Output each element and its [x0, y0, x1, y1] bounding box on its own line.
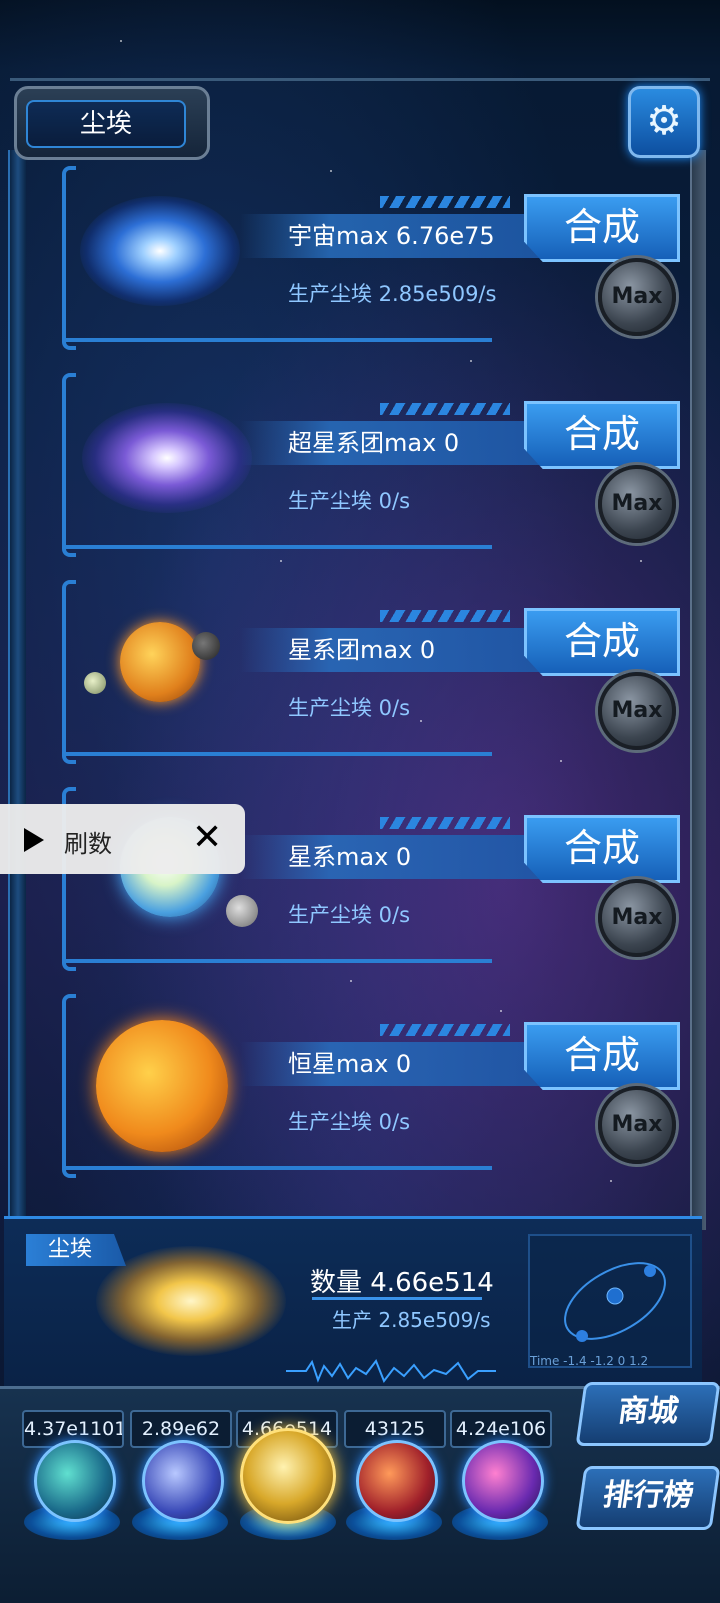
floating-overlay[interactable]: 刷数 ✕: [0, 804, 245, 874]
gear-icon: ⚙: [646, 98, 682, 144]
dust-underline: [312, 1297, 482, 1300]
overlay-label[interactable]: 刷数: [64, 824, 112, 859]
item-production: 生产尘埃 0/s: [288, 489, 411, 513]
synthesize-button[interactable]: 合成: [524, 608, 680, 676]
galaxy-icon: [82, 403, 252, 513]
page-title: 尘埃: [26, 100, 186, 148]
row-bracket: [62, 373, 76, 557]
waveform-graphic: [286, 1358, 496, 1384]
max-button[interactable]: Max: [598, 672, 676, 750]
row-baseline: [62, 545, 492, 549]
close-icon[interactable]: ✕: [192, 818, 222, 858]
orbit-diagram: [528, 1234, 692, 1368]
moon-icon: [226, 895, 258, 927]
orbit-diagram-graphic: [564, 1262, 666, 1342]
max-button[interactable]: Max: [598, 879, 676, 957]
row-baseline: [62, 752, 492, 756]
play-icon[interactable]: [24, 828, 44, 852]
row-stripes: [380, 817, 510, 829]
row-bracket: [62, 166, 76, 350]
item-row-galaxy-cluster: 星系团max 0 生产尘埃 0/s 合成 Max: [0, 580, 720, 780]
item-production: 生产尘埃 0/s: [288, 1110, 411, 1134]
item-name: 宇宙max 6.76e75: [288, 222, 495, 250]
shop-button[interactable]: 商城: [575, 1382, 720, 1446]
item-row-universe: 宇宙max 6.76e75 生产尘埃 2.85e509/s 合成 Max: [0, 166, 720, 366]
item-row-star: 恒星max 0 生产尘埃 0/s 合成 Max: [0, 994, 720, 1194]
item-production: 生产尘埃 0/s: [288, 903, 411, 927]
max-button[interactable]: Max: [598, 258, 676, 336]
synthesize-button[interactable]: 合成: [524, 401, 680, 469]
settings-button[interactable]: ⚙: [628, 86, 700, 158]
planet-small-icon: [84, 672, 106, 694]
lightning-orb-icon[interactable]: [142, 1440, 224, 1522]
row-bracket: [62, 994, 76, 1178]
orbit-time-label: Time -1.4 -1.2 0 1.2: [530, 1354, 649, 1368]
dust-tag: 尘埃: [26, 1234, 126, 1266]
max-button[interactable]: Max: [598, 465, 676, 543]
item-row-supercluster: 超星系团max 0 生产尘埃 0/s 合成 Max: [0, 373, 720, 573]
synthesize-button[interactable]: 合成: [524, 194, 680, 262]
row-stripes: [380, 1024, 510, 1036]
item-name: 星系max 0: [288, 843, 412, 871]
atom-orb-icon[interactable]: [34, 1440, 116, 1522]
item-name: 恒星max 0: [288, 1050, 412, 1078]
planet-small-icon: [192, 632, 220, 660]
row-stripes: [380, 196, 510, 208]
synthesize-button[interactable]: 合成: [524, 1022, 680, 1090]
vortex-orb-icon[interactable]: [462, 1440, 544, 1522]
sun-icon: [96, 1020, 228, 1152]
row-baseline: [62, 959, 492, 963]
row-baseline: [62, 338, 492, 342]
item-production: 生产尘埃 0/s: [288, 696, 411, 720]
ranking-button[interactable]: 排行榜: [575, 1466, 720, 1530]
dust-orb-icon[interactable]: [240, 1428, 336, 1524]
row-stripes: [380, 610, 510, 622]
solar-system-icon: [120, 622, 200, 702]
dust-production: 生产 2.85e509/s: [332, 1308, 491, 1332]
item-name: 超星系团max 0: [288, 429, 460, 457]
max-button[interactable]: Max: [598, 1086, 676, 1164]
item-production: 生产尘埃 2.85e509/s: [288, 282, 497, 306]
synthesize-button[interactable]: 合成: [524, 815, 680, 883]
spiral-galaxy-icon: [80, 196, 240, 306]
dust-count: 数量 4.66e514: [310, 1268, 494, 1298]
item-name: 星系团max 0: [288, 636, 436, 664]
row-bracket: [62, 580, 76, 764]
row-stripes: [380, 403, 510, 415]
brain-orb-icon[interactable]: [356, 1440, 438, 1522]
row-baseline: [62, 1166, 492, 1170]
